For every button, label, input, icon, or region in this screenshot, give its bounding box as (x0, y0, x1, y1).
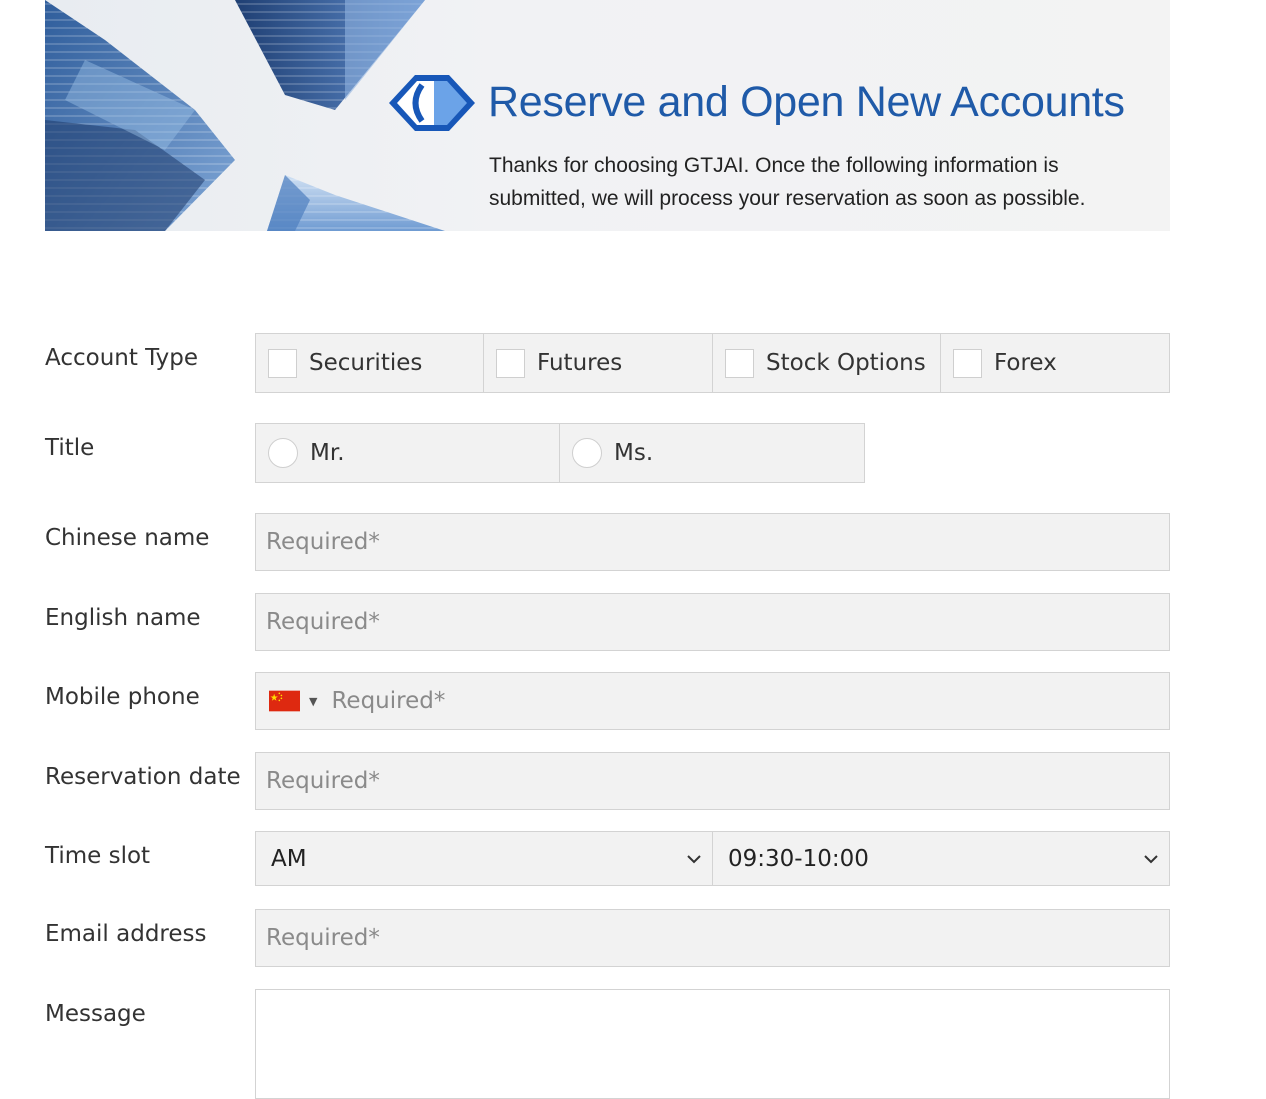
stock-options-checkbox[interactable] (725, 348, 754, 378)
ms-label: Ms. (614, 440, 654, 466)
account-type-label: Account Type (45, 345, 199, 371)
chevron-down-icon (687, 854, 701, 863)
reservation-date-input[interactable]: Required* (255, 752, 1170, 810)
title-option-ms[interactable]: Ms. (560, 423, 865, 483)
title-label: Title (45, 435, 95, 461)
banner-description-line-2: submitted, we will process your reservat… (489, 187, 1086, 210)
reservation-date-label: Reservation date (45, 764, 241, 790)
email-label: Email address (45, 921, 207, 947)
english-name-input[interactable]: Required* (255, 593, 1170, 651)
chinese-name-placeholder: Required* (266, 529, 380, 555)
mobile-phone-input[interactable]: ▼ Required* (255, 672, 1170, 730)
forex-label: Forex (994, 350, 1057, 376)
futures-label: Futures (537, 350, 623, 376)
chinese-name-label: Chinese name (45, 525, 210, 551)
time-range-select[interactable]: 09:30-10:00 (712, 831, 1170, 886)
email-placeholder: Required* (266, 925, 380, 951)
mr-radio[interactable] (268, 438, 298, 468)
reservation-date-placeholder: Required* (266, 768, 380, 794)
english-name-label: English name (45, 605, 201, 631)
time-slot-label: Time slot (45, 843, 151, 869)
title-radio-group: Mr. Ms. (255, 423, 865, 483)
mobile-phone-placeholder: Required* (331, 688, 446, 714)
page-title: Reserve and Open New Accounts (488, 78, 1125, 126)
mr-label: Mr. (310, 440, 345, 466)
caret-down-icon: ▼ (309, 694, 318, 708)
account-type-futures[interactable]: Futures (484, 333, 713, 393)
gtjai-logo-icon (389, 75, 475, 131)
banner-description-line-1: Thanks for choosing GTJAI. Once the foll… (489, 154, 1059, 177)
futures-checkbox[interactable] (496, 348, 525, 378)
account-type-stock-options[interactable]: Stock Options (713, 333, 941, 393)
chevron-down-icon (1144, 854, 1158, 863)
securities-label: Securities (309, 350, 423, 376)
stock-options-label: Stock Options (766, 350, 926, 376)
account-type-securities[interactable]: Securities (255, 333, 484, 393)
message-label: Message (45, 1001, 146, 1027)
ms-radio[interactable] (572, 438, 602, 468)
china-flag-icon (269, 690, 300, 712)
header-banner: Reserve and Open New Accounts Thanks for… (45, 0, 1170, 231)
mobile-phone-label: Mobile phone (45, 684, 200, 710)
title-option-mr[interactable]: Mr. (255, 423, 560, 483)
forex-checkbox[interactable] (953, 348, 982, 378)
account-type-group: Securities Futures Stock Options Forex (255, 333, 1170, 393)
account-type-forex[interactable]: Forex (941, 333, 1170, 393)
country-code-selector[interactable]: ▼ (269, 690, 317, 712)
securities-checkbox[interactable] (268, 348, 297, 378)
chinese-name-input[interactable]: Required* (255, 513, 1170, 571)
banner-description: Thanks for choosing GTJAI. Once the foll… (489, 149, 1170, 215)
english-name-placeholder: Required* (266, 609, 380, 635)
time-period-select[interactable]: AM (255, 831, 713, 886)
time-range-value: 09:30-10:00 (728, 845, 869, 872)
time-period-value: AM (271, 845, 307, 872)
email-input[interactable]: Required* (255, 909, 1170, 967)
